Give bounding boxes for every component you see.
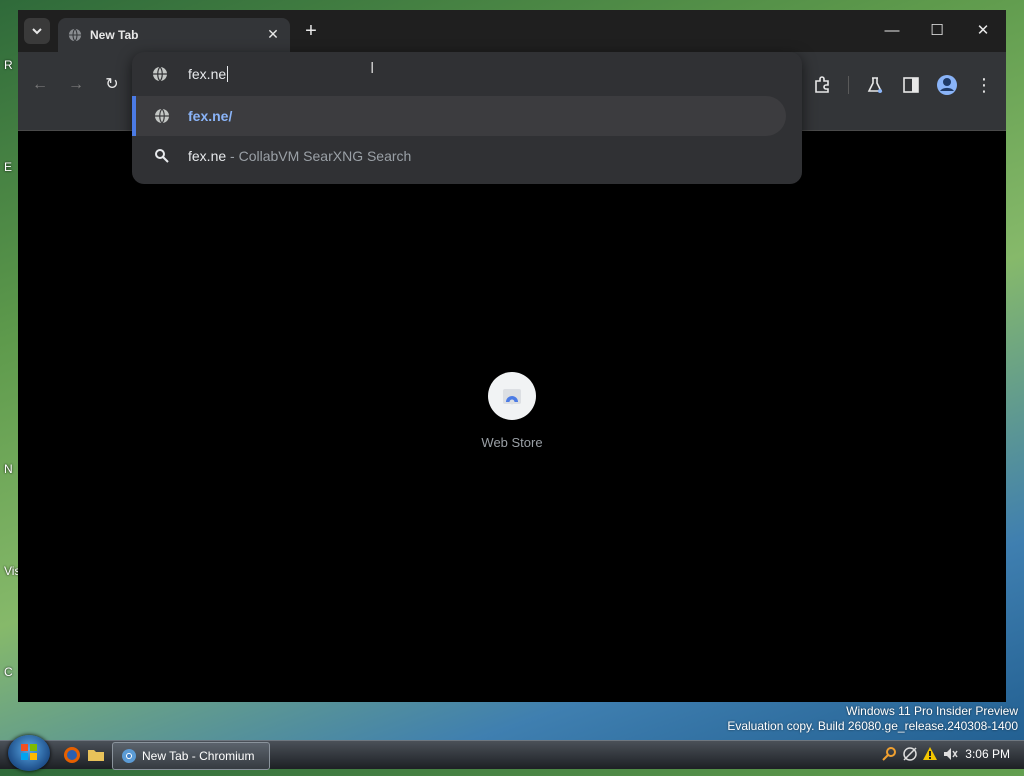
chevron-down-icon <box>32 28 42 35</box>
start-button[interactable] <box>8 735 50 771</box>
omnibox[interactable]: fex.ne I <box>132 52 802 96</box>
puzzle-icon <box>815 76 829 93</box>
avatar <box>937 75 957 95</box>
plus-icon: + <box>305 20 317 42</box>
labs-icon[interactable] <box>862 72 888 98</box>
taskbar-chromium-button[interactable]: New Tab - Chromium <box>112 742 270 770</box>
taskbar-button-label: New Tab - Chromium <box>142 749 255 763</box>
omnibox-dropdown: fex.ne I fex.ne/ fex.ne - CollabVM SearX… <box>132 52 802 184</box>
windows-watermark: Windows 11 Pro Insider Preview Evaluatio… <box>727 704 1018 734</box>
desktop-icon-label[interactable]: E <box>4 160 12 174</box>
suggestion-separator: - <box>226 148 239 164</box>
warning-icon[interactable] <box>922 746 938 762</box>
flask-icon <box>867 77 883 93</box>
ibeam-cursor-icon: I <box>370 60 375 77</box>
shortcut-label: Web Store <box>481 435 543 450</box>
windows-logo-icon <box>21 744 37 760</box>
watermark-line1: Windows 11 Pro Insider Preview <box>846 704 1018 718</box>
side-panel-icon[interactable] <box>898 72 924 98</box>
suggestion-url-text: fex.ne/ <box>188 108 233 124</box>
firefox-icon[interactable] <box>63 746 81 764</box>
globe-icon <box>153 66 167 82</box>
profile-icon[interactable] <box>934 72 960 98</box>
close-window-icon[interactable]: ✕ <box>971 20 995 42</box>
back-icon[interactable]: ← <box>27 74 53 96</box>
suggestion-url[interactable]: fex.ne/ <box>132 96 786 136</box>
globe-icon <box>155 108 169 124</box>
folder-icon[interactable] <box>87 746 105 764</box>
maximize-icon[interactable]: ☐ <box>925 20 949 42</box>
suggestion-search[interactable]: fex.ne - CollabVM SearXNG Search <box>132 136 786 176</box>
extensions-icon[interactable] <box>809 72 835 98</box>
taskbar-clock[interactable]: 3:06 PM <box>965 747 1010 761</box>
side-panel-glyph <box>903 77 919 93</box>
desktop-icon-label[interactable]: C <box>4 665 13 679</box>
shortcut-web-store[interactable]: Web Store <box>469 372 555 450</box>
suggestion-search-query: fex.ne <box>188 148 227 164</box>
omnibox-input[interactable]: fex.ne <box>188 66 229 82</box>
search-icon[interactable] <box>882 746 898 762</box>
chromium-icon <box>122 749 136 763</box>
desktop-icon-label[interactable]: R <box>4 58 13 72</box>
suggestion-description: CollabVM SearXNG Search <box>238 148 412 164</box>
minimize-icon[interactable]: — <box>880 20 904 42</box>
menu-icon[interactable]: ⋮ <box>971 72 997 98</box>
toolbar-divider <box>848 76 849 94</box>
watermark-line2: Evaluation copy. Build 26080.ge_release.… <box>727 719 1018 733</box>
tab-new-tab[interactable]: New Tab ✕ <box>58 18 290 52</box>
close-icon[interactable]: ✕ <box>264 25 282 43</box>
web-store-icon <box>488 372 536 420</box>
taskbar: New Tab - Chromium 3:06 PM <box>0 735 1024 771</box>
tab-search-button[interactable] <box>24 18 50 44</box>
desktop-icon-label[interactable]: N <box>4 462 13 476</box>
globe-icon <box>68 28 82 42</box>
text-caret <box>227 66 229 82</box>
tab-title: New Tab <box>90 28 139 42</box>
tab-strip: New Tab ✕ + — ☐ ✕ <box>18 10 1006 52</box>
desktop-icons-edge: R E N Vis C <box>0 0 20 740</box>
omnibox-value: fex.ne <box>188 66 227 82</box>
network-icon[interactable] <box>902 746 918 762</box>
forward-icon[interactable]: → <box>63 74 89 96</box>
new-tab-button[interactable]: + <box>300 20 322 42</box>
reload-icon[interactable]: ↻ <box>99 74 125 96</box>
volume-icon[interactable] <box>942 746 958 762</box>
search-icon <box>155 149 169 163</box>
